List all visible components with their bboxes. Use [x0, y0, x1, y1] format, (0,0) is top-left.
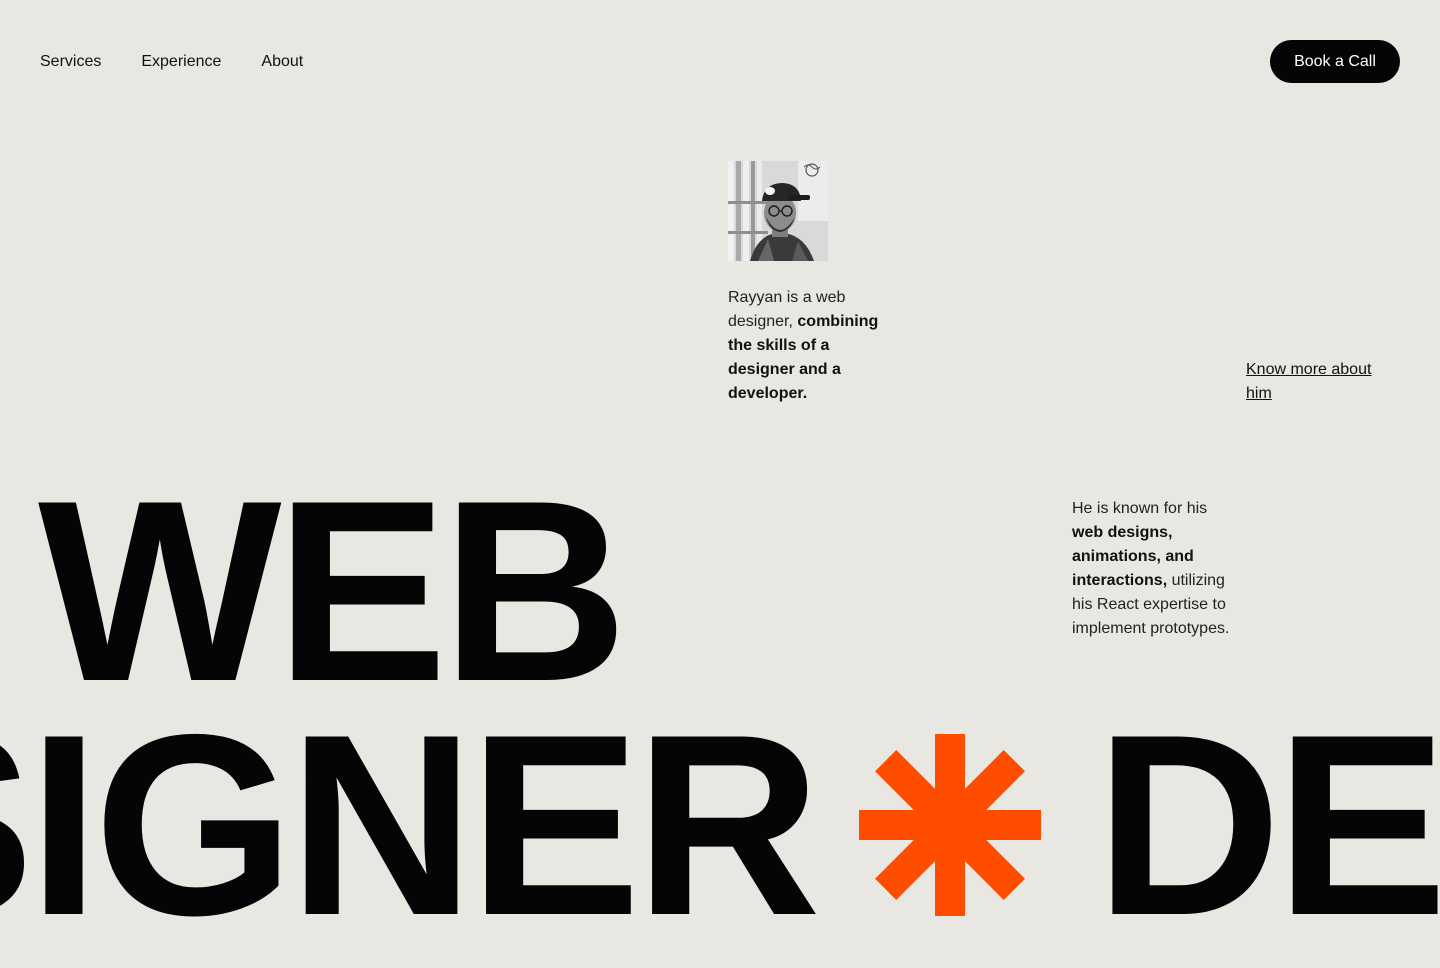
asterisk-icon: [859, 734, 1042, 916]
hero-word-designer: SIGNER: [0, 680, 821, 968]
hero-word-developer: DEVELOPER: [1095, 680, 1440, 968]
nav-link-about[interactable]: About: [261, 51, 303, 73]
intro-text: Rayyan is a web designer, combining the …: [728, 286, 888, 406]
profile-photo: [728, 161, 828, 261]
book-a-call-button[interactable]: Book a Call: [1270, 40, 1400, 83]
person-portrait-icon: [728, 161, 828, 261]
known-lead: He is known for his: [1072, 500, 1208, 517]
page: Services Experience About Book a Call Ra…: [0, 0, 1440, 968]
know-more-link[interactable]: Know more about him: [1246, 358, 1396, 406]
nav-link-experience[interactable]: Experience: [141, 51, 221, 73]
main-nav: Services Experience About: [40, 51, 303, 73]
nav-link-services[interactable]: Services: [40, 51, 101, 73]
known-for-text: He is known for his web designs, animati…: [1072, 497, 1240, 641]
hero-marquee-row: SIGNER DEVELOPER: [0, 696, 1440, 954]
